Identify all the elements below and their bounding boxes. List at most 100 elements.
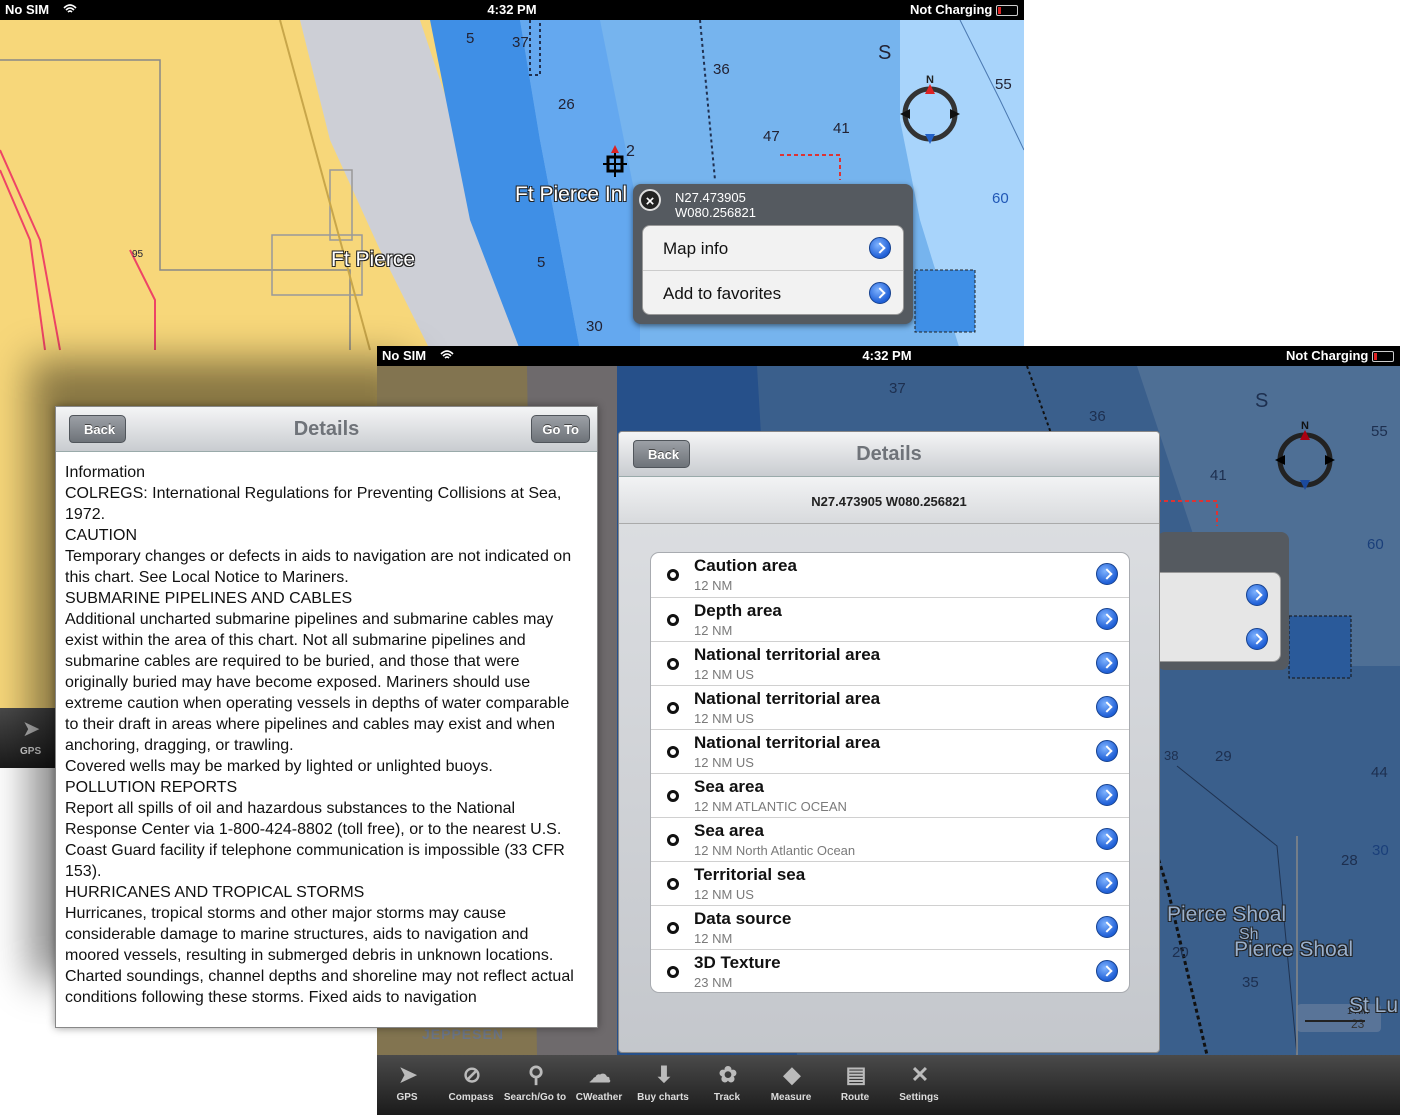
toolbar-settings-button[interactable]: ✕ Settings: [887, 1055, 951, 1115]
list-item-title: National territorial area: [694, 733, 881, 752]
wifi-icon: [63, 4, 77, 13]
close-button[interactable]: ×: [639, 189, 661, 211]
battery-label: Not Charging: [1286, 348, 1395, 363]
carrier-label: No SIM: [382, 348, 427, 363]
compass-rose-icon[interactable]: N: [898, 72, 964, 150]
disclosure-chevron-icon[interactable]: [1096, 960, 1118, 982]
detail-paragraph: Charted soundings, channel depths and sh…: [65, 968, 574, 1006]
list-item[interactable]: Caution area 12 NM: [651, 553, 1129, 597]
depth-label: 28: [1341, 852, 1358, 869]
depth-label: 38: [1164, 748, 1179, 763]
location-popup: × N27.473905 W080.256821 Map info Add to…: [633, 184, 913, 324]
toolbar-route-button[interactable]: ▤ Route: [823, 1055, 887, 1115]
crosshair-marker-icon[interactable]: [603, 145, 633, 179]
bullet-icon: [667, 878, 679, 890]
toolbar-label: Route: [840, 1092, 870, 1103]
list-item-title: 3D Texture: [694, 953, 781, 972]
depth-label: 36: [713, 61, 730, 78]
toolbar-label: Search/Go to: [503, 1092, 567, 1103]
detail-heading: SUBMARINE PIPELINES AND CABLES: [65, 590, 353, 607]
menu-item-label: Map info: [663, 239, 729, 258]
depth-label: 37: [512, 34, 529, 51]
covered-popup: [1157, 532, 1289, 670]
watermark-label: JEPPESEN: [422, 1026, 504, 1042]
disclosure-chevron-icon[interactable]: [1096, 784, 1118, 806]
map-info-item[interactable]: Map info: [643, 226, 903, 270]
disclosure-chevron-icon[interactable]: [1096, 608, 1118, 630]
bullet-icon: [667, 922, 679, 934]
battery-icon: [1372, 351, 1395, 363]
list-item-subtitle: 12 NM US: [694, 887, 754, 902]
list-item-title: Sea area: [694, 821, 764, 840]
list-item[interactable]: Territorial sea 12 NM US: [651, 861, 1129, 906]
toolbar-label: Buy charts: [637, 1092, 689, 1103]
disclosure-chevron-icon[interactable]: [1096, 696, 1118, 718]
toolbar-measure-button[interactable]: ◆ Measure: [759, 1055, 823, 1115]
detail-paragraph: Temporary changes or defects in aids to …: [65, 548, 572, 586]
toolbar-buy-charts-button[interactable]: ⬇ Buy charts: [631, 1055, 695, 1115]
list-item[interactable]: Sea area 12 NM ATLANTIC OCEAN: [651, 773, 1129, 818]
depth-label: 44: [1371, 764, 1388, 781]
disclosure-chevron-icon[interactable]: [1096, 916, 1118, 938]
settings-icon: ✕: [910, 1062, 930, 1087]
longitude-label: W080.256821: [675, 205, 756, 220]
depth-label: 47: [763, 128, 780, 145]
list-item-title: National territorial area: [694, 645, 881, 664]
disclosure-chevron-icon[interactable]: [1096, 828, 1118, 850]
disclosure-chevron-icon[interactable]: [1096, 872, 1118, 894]
toolbar-track-button[interactable]: ✿ Track: [695, 1055, 759, 1115]
search-icon: ⚲: [527, 1062, 545, 1087]
disclosure-chevron-icon[interactable]: [1246, 584, 1268, 606]
list-item-subtitle: 12 NM North Atlantic Ocean: [694, 843, 856, 858]
list-item[interactable]: Sea area 12 NM North Atlantic Ocean: [651, 817, 1129, 862]
contour-label: 95: [132, 249, 144, 260]
toolbar-compass-button[interactable]: ⊘ Compass: [439, 1055, 503, 1115]
toolbar-gps-button[interactable]: ➤ GPS: [375, 1055, 439, 1115]
detail-paragraph: Hurricanes, tropical storms and other ma…: [65, 905, 554, 964]
list-item-subtitle: 12 NM US: [694, 755, 754, 770]
list-item[interactable]: National territorial area 12 NM US: [651, 729, 1129, 774]
list-item[interactable]: 3D Texture 23 NM: [651, 949, 1129, 992]
disclosure-chevron-icon[interactable]: [1096, 652, 1118, 674]
time-label: 4:32 PM: [487, 2, 537, 17]
detail-paragraph: COLREGS: International Regulations for P…: [65, 485, 562, 523]
menu-item-label: Add to favorites: [663, 284, 782, 303]
depth-label: 29: [1215, 748, 1232, 765]
bullet-icon: [667, 790, 679, 802]
disclosure-chevron-icon[interactable]: [1096, 563, 1118, 585]
depth-label: 60: [992, 190, 1009, 207]
disclosure-chevron-icon[interactable]: [869, 282, 891, 304]
list-item[interactable]: Depth area 12 NM: [651, 597, 1129, 642]
list-item[interactable]: National territorial area 12 NM US: [651, 641, 1129, 686]
toolbar-weather-button[interactable]: ☁ CWeather: [567, 1055, 631, 1115]
depth-label: 30: [586, 318, 603, 335]
list-item-title: Territorial sea: [694, 865, 806, 884]
coordinates-header: N27.473905 W080.256821: [619, 477, 1159, 524]
details-title: Details: [856, 443, 922, 465]
toolbar-label: Measure: [770, 1092, 812, 1103]
disclosure-chevron-icon[interactable]: [869, 237, 891, 259]
list-item[interactable]: National territorial area 12 NM US: [651, 685, 1129, 730]
download-icon: ⬇: [654, 1062, 674, 1087]
carrier-label: No SIM: [5, 2, 50, 17]
disclosure-chevron-icon[interactable]: [1246, 628, 1268, 650]
depth-label: 60: [1367, 536, 1384, 553]
list-item-subtitle: 12 NM ATLANTIC OCEAN: [694, 799, 847, 814]
place-label: Sh: [1239, 926, 1259, 943]
detail-paragraph: Additional uncharted submarine pipelines…: [65, 611, 570, 754]
add-to-favorites-item[interactable]: Add to favorites: [643, 270, 903, 315]
list-item[interactable]: Data source 12 NM: [651, 905, 1129, 950]
bullet-icon: [667, 614, 679, 626]
bullet-icon: [667, 702, 679, 714]
go-to-button[interactable]: Go To: [531, 415, 590, 443]
place-label: Ft Pierce: [331, 248, 416, 271]
compass-rose-icon[interactable]: N: [1273, 418, 1339, 496]
detail-paragraph: Report all spills of oil and hazardous s…: [65, 800, 565, 880]
toolbar-search-button[interactable]: ⚲ Search/Go to: [503, 1055, 567, 1115]
details-body[interactable]: Information COLREGS: International Regul…: [65, 462, 585, 1008]
bullet-icon: [667, 834, 679, 846]
details-navbar: Back Details: [619, 432, 1159, 477]
disclosure-chevron-icon[interactable]: [1096, 740, 1118, 762]
detail-paragraph: Information: [65, 464, 146, 481]
bullet-icon: [667, 569, 679, 581]
